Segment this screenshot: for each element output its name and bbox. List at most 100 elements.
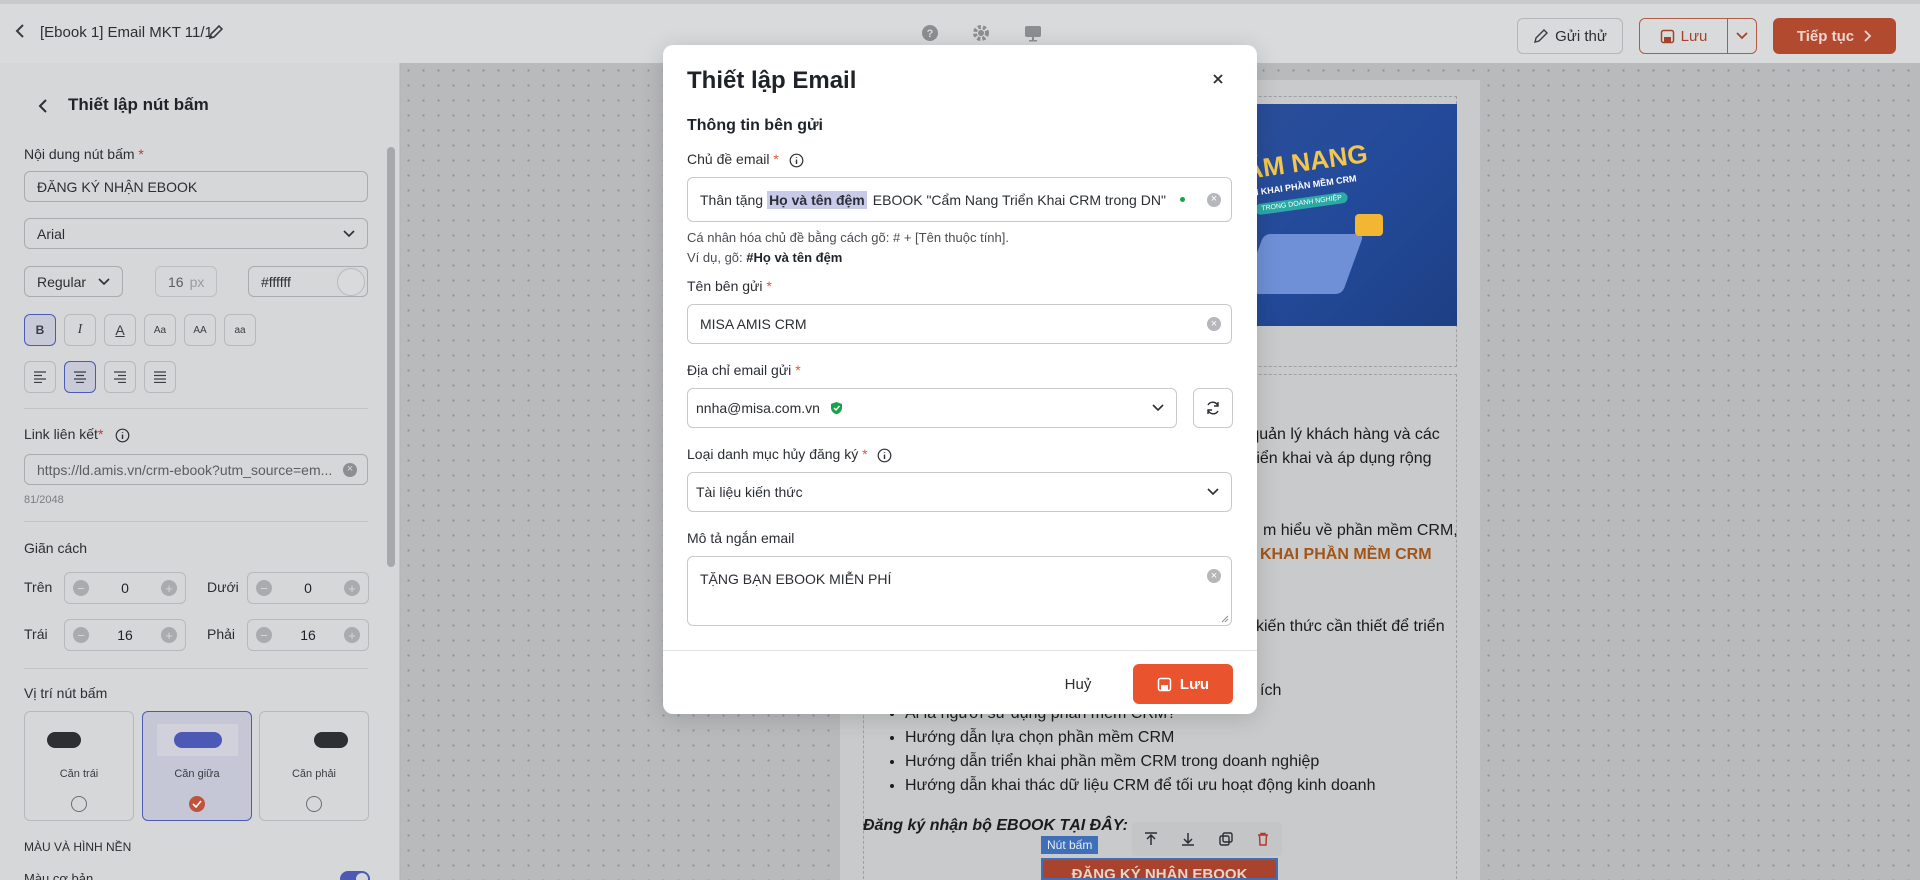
uppercase-button[interactable]: AA — [184, 314, 216, 346]
cta-text: Đăng ký nhận bộ EBOOK TẠI ĐÂY: — [863, 817, 1128, 834]
minus-icon[interactable]: − — [73, 580, 89, 596]
padding-left-stepper[interactable]: − 16 + — [64, 619, 186, 651]
text-color-input[interactable]: #ffffff — [248, 266, 368, 297]
help-icon[interactable]: ? — [920, 23, 940, 43]
plus-icon[interactable]: + — [343, 580, 360, 596]
padding-right-label: Phải — [207, 626, 236, 642]
position-right-option[interactable]: Căn phải — [259, 711, 369, 821]
clear-icon[interactable]: × — [1207, 317, 1221, 331]
delete-icon[interactable] — [1255, 831, 1271, 847]
save-icon — [1660, 29, 1674, 43]
body-line-highlight: KHAI PHẦN MỀM CRM — [1260, 546, 1432, 563]
link-input[interactable]: https://ld.amis.vn/crm-ebook?utm_source=… — [24, 454, 368, 485]
radio-checked[interactable] — [189, 796, 205, 812]
align-center-button[interactable] — [64, 361, 96, 393]
move-up-icon[interactable] — [1143, 831, 1159, 847]
padding-right-stepper[interactable]: − 16 + — [247, 619, 369, 651]
radio-unchecked[interactable] — [71, 796, 87, 812]
sender-name-label: Tên bên gửi * — [687, 278, 772, 294]
clear-icon[interactable]: × — [1207, 569, 1221, 583]
color-swatch[interactable] — [337, 267, 365, 296]
clear-icon[interactable]: × — [1207, 192, 1221, 207]
clear-icon[interactable]: × — [343, 462, 357, 477]
duplicate-icon[interactable] — [1218, 831, 1234, 847]
font-weight-select[interactable]: Regular — [24, 266, 123, 297]
resize-handle-icon[interactable] — [1221, 615, 1229, 623]
bold-button[interactable]: B — [24, 314, 56, 346]
cover-illustration-accent — [1355, 214, 1383, 236]
email-cta-button[interactable]: ĐĂNG KÝ NHẬN EBOOK — [1041, 858, 1278, 880]
minus-icon[interactable]: − — [73, 627, 89, 643]
save-button[interactable]: Lưu — [1133, 664, 1233, 704]
padding-top-label: Trên — [24, 579, 53, 595]
align-right-icon — [114, 371, 126, 383]
font-family-select[interactable]: Arial — [24, 218, 368, 249]
info-icon[interactable] — [115, 428, 130, 443]
padding-top-stepper[interactable]: − 0 + — [64, 572, 186, 604]
plus-icon[interactable]: + — [343, 627, 360, 643]
position-center-option[interactable]: Căn giữa — [142, 711, 252, 821]
font-color-button[interactable]: A — [104, 314, 136, 346]
preview-icon[interactable] — [1023, 23, 1043, 43]
save-dropdown-button[interactable] — [1727, 18, 1757, 54]
subject-token[interactable]: Họ và tên đệm — [767, 190, 867, 209]
divider — [24, 408, 368, 409]
status-dot-icon — [1179, 197, 1185, 202]
button-preview-icon — [314, 732, 348, 748]
panel-back-icon[interactable] — [38, 97, 48, 114]
description-textarea[interactable]: TẶNG BẠN EBOOK MIỄN PHÍ × — [687, 556, 1232, 626]
position-left-option[interactable]: Căn trái — [24, 711, 134, 821]
required-mark: * — [795, 362, 801, 378]
base-color-toggle[interactable] — [340, 871, 370, 880]
padding-bottom-stepper[interactable]: − 0 + — [247, 572, 369, 604]
minus-icon[interactable]: − — [256, 580, 272, 596]
sender-email-label: Địa chỉ email gửi * — [687, 362, 801, 378]
plus-icon[interactable]: + — [160, 627, 177, 643]
bullet-list: Ai là người sử dụng phần mềm CRM? Hướng … — [905, 705, 1375, 801]
plus-icon[interactable]: + — [160, 580, 177, 596]
required-mark: * — [773, 151, 779, 167]
minus-icon[interactable]: − — [256, 627, 272, 643]
align-left-button[interactable] — [24, 361, 56, 393]
panel-title: Thiết lập nút bấm — [68, 95, 209, 114]
radio-unchecked[interactable] — [306, 796, 322, 812]
button-content-input[interactable]: ĐĂNG KÝ NHẬN EBOOK — [24, 171, 368, 202]
required-mark: * — [862, 446, 868, 462]
subject-input[interactable]: Thân tặng Họ và tên đệm EBOOK "Cẩm Nang … — [687, 177, 1232, 222]
align-right-button[interactable] — [104, 361, 136, 393]
send-icon — [1534, 29, 1549, 43]
back-icon[interactable] — [14, 22, 26, 40]
spacing-label: Giãn cách — [24, 540, 88, 556]
padding-left-value: 16 — [117, 627, 133, 643]
info-icon[interactable] — [877, 448, 892, 463]
position-center-label: Căn giữa — [174, 768, 220, 780]
text-color-value: #ffffff — [261, 273, 291, 290]
info-icon[interactable] — [789, 153, 804, 168]
button-content-label: Nội dung nút bấm * — [24, 146, 144, 162]
italic-button[interactable]: I — [64, 314, 96, 346]
required-mark: * — [766, 278, 772, 294]
settings-icon[interactable] — [971, 23, 991, 43]
panel-scrollbar[interactable] — [387, 147, 395, 567]
edit-title-icon[interactable] — [207, 23, 225, 41]
font-size-input[interactable]: 16 px — [155, 266, 217, 297]
justify-button[interactable] — [144, 361, 176, 393]
list-item: Hướng dẫn lựa chọn phần mềm CRM — [905, 729, 1375, 753]
sender-name-input[interactable]: MISA AMIS CRM × — [687, 304, 1232, 344]
close-icon[interactable] — [1210, 71, 1226, 90]
align-left-icon — [34, 371, 46, 383]
cancel-button[interactable]: Huỷ — [1038, 664, 1118, 704]
unsubscribe-label-text: Loại danh mục hủy đăng ký — [687, 446, 859, 462]
refresh-email-button[interactable] — [1193, 388, 1233, 428]
unsubscribe-select[interactable]: Tài liệu kiến thức — [687, 472, 1232, 512]
chevron-down-icon — [98, 277, 110, 285]
subject-label: Chủ đề email * — [687, 151, 804, 168]
send-test-button[interactable]: Gửi thử — [1517, 18, 1623, 54]
continue-button[interactable]: Tiếp tục — [1773, 18, 1896, 54]
sender-email-select[interactable]: nnha@misa.com.vn — [687, 388, 1177, 428]
chevron-down-icon — [1207, 488, 1219, 496]
capitalize-button[interactable]: Aa — [144, 314, 176, 346]
lowercase-button[interactable]: aa — [224, 314, 256, 346]
move-down-icon[interactable] — [1180, 831, 1196, 847]
save-top-button[interactable]: Lưu — [1639, 18, 1728, 54]
